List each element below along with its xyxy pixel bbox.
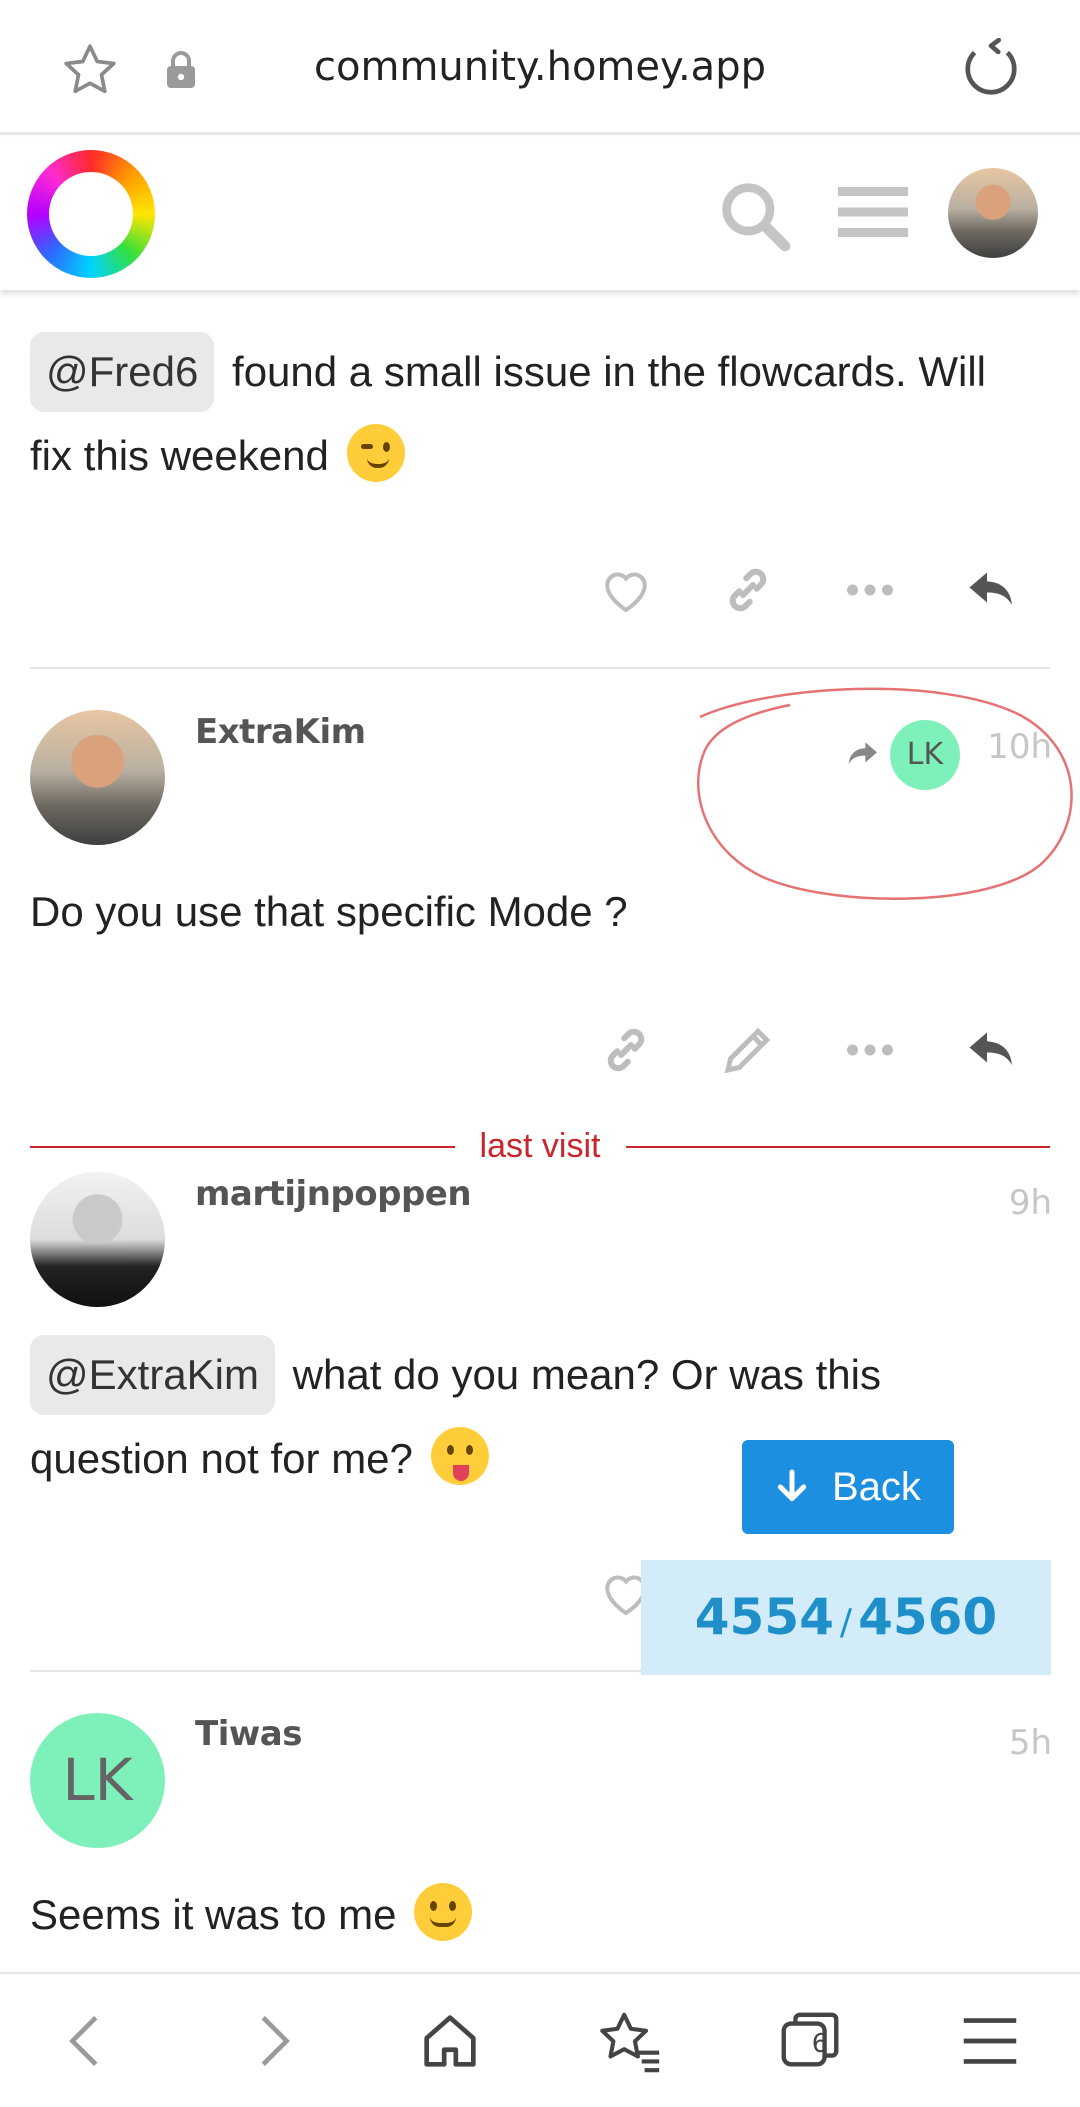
author-avatar[interactable]: LK [30, 1713, 165, 1848]
author-username[interactable]: Tiwas [195, 1714, 302, 1754]
post-body: Do you use that specific Mode ? [30, 888, 628, 935]
smile-emoji-icon [414, 1883, 473, 1941]
arrow-down-icon [777, 1469, 807, 1502]
progress-separator: / [839, 1602, 853, 1643]
reply-icon[interactable] [962, 560, 1022, 620]
tongue-emoji-icon [430, 1427, 489, 1485]
search-icon[interactable] [715, 176, 795, 256]
last-visit-divider: last visit [30, 1127, 1050, 1167]
homey-logo[interactable] [27, 150, 155, 278]
more-options-icon[interactable] [840, 1020, 900, 1080]
mention-link[interactable]: @ExtraKim [30, 1335, 275, 1415]
home-icon[interactable] [415, 2006, 485, 2076]
user-avatar[interactable] [948, 168, 1038, 258]
reply-icon[interactable] [962, 1020, 1022, 1080]
author-avatar[interactable] [30, 1172, 165, 1307]
browser-menu-icon[interactable] [955, 2006, 1025, 2076]
post-actions [0, 560, 1080, 630]
post-divider [30, 667, 1050, 669]
topic-stream: @Fred6 found a small issue in the flowca… [0, 290, 1080, 1970]
mention-link[interactable]: @Fred6 [30, 332, 215, 412]
bookmarks-icon[interactable] [595, 2006, 665, 2076]
post-body: @Fred6 found a small issue in the flowca… [30, 330, 1050, 498]
site-header [0, 138, 1080, 290]
post-timestamp[interactable]: 5h [1009, 1723, 1052, 1763]
copy-link-icon[interactable] [596, 1020, 656, 1080]
post-text-line: Seems it was to me [30, 1891, 397, 1938]
more-options-icon[interactable] [840, 560, 900, 620]
browser-bottom-nav: 6 [0, 1972, 1080, 2107]
wink-emoji-icon [346, 424, 405, 482]
progress-current: 4554 [694, 1588, 834, 1646]
back-nav-icon[interactable] [52, 2006, 122, 2076]
hamburger-menu-icon[interactable] [838, 182, 908, 242]
author-username[interactable]: ExtraKim [195, 712, 366, 752]
author-username[interactable]: martijnpoppen [195, 1174, 472, 1214]
post-timestamp[interactable]: 9h [1009, 1183, 1052, 1223]
progress-total: 4560 [858, 1588, 998, 1646]
tab-count: 6 [811, 2029, 829, 2059]
like-heart-icon[interactable] [596, 560, 656, 620]
post-text-line: what do you mean? Or was this [281, 1351, 881, 1398]
forward-nav-icon[interactable] [237, 2006, 307, 2076]
copy-link-icon[interactable] [718, 560, 778, 620]
post-text-line: fix this weekend [30, 432, 329, 479]
back-button-label: Back [832, 1465, 921, 1509]
author-avatar[interactable] [30, 710, 165, 845]
edit-pencil-icon[interactable] [718, 1020, 778, 1080]
topic-progress[interactable]: 4554/4560 [641, 1560, 1051, 1675]
post-text-line: found a small issue in the flowcards. Wi… [220, 348, 986, 395]
post-body: Seems it was to me [30, 1873, 1050, 1957]
post-actions [0, 1020, 1080, 1090]
post-text-line: question not for me? [30, 1435, 413, 1482]
url-text[interactable]: community.homey.app [0, 44, 1080, 90]
last-visit-label: last visit [459, 1127, 621, 1165]
browser-url-bar: community.homey.app [0, 0, 1080, 135]
reload-icon[interactable] [960, 38, 1022, 100]
back-button[interactable]: Back [742, 1440, 954, 1534]
